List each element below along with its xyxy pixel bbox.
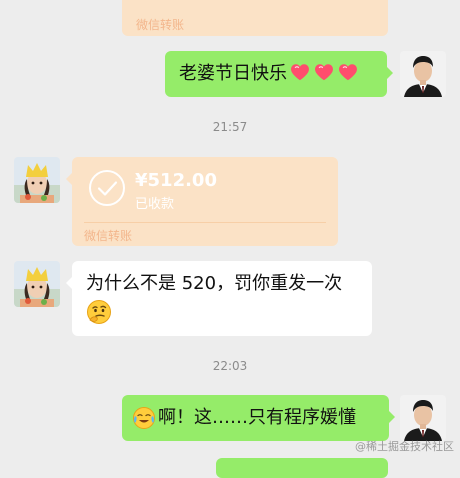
sent-message-bubble[interactable]: 啊！这……只有程序媛懂 <box>122 395 395 441</box>
avatar-partner[interactable] <box>14 261 60 307</box>
bubble-tail <box>387 67 393 79</box>
message-text: 为什么不是 520，罚你重发一次 <box>86 273 343 294</box>
heart-icon <box>339 64 357 81</box>
message-text: 老婆节日快乐 <box>179 61 359 87</box>
sent-message-bubble[interactable]: 老婆节日快乐 <box>165 51 393 97</box>
crying-laughing-icon <box>133 407 155 429</box>
transfer-label-top: 微信转账 <box>136 18 185 32</box>
bubble-tail <box>66 173 72 185</box>
heart-icon <box>291 64 309 81</box>
heart-icon <box>315 64 333 81</box>
bubble-tail <box>66 277 72 289</box>
sent-message-bubble-partial[interactable] <box>216 458 388 478</box>
check-circle-icon <box>89 170 125 206</box>
transfer-label: 微信转账 <box>84 229 133 243</box>
transfer-bubble[interactable]: ¥512.00 已收款 微信转账 <box>66 157 338 246</box>
timestamp: 22:03 <box>212 359 248 373</box>
message-text: 啊！这……只有程序媛懂 <box>158 407 356 428</box>
divider <box>84 222 326 223</box>
watermark: @稀土掘金技术社区 <box>355 440 454 453</box>
transfer-amount: ¥512.00 <box>135 170 217 191</box>
timestamp: 21:57 <box>212 120 248 134</box>
avatar-self[interactable] <box>400 395 446 441</box>
avatar-man-icon <box>400 395 446 441</box>
avatar-child-icon <box>14 261 60 307</box>
avatar-self[interactable] <box>400 51 446 97</box>
thinking-face-icon <box>87 300 111 324</box>
message-text-content: 老婆节日快乐 <box>179 63 287 84</box>
avatar-child-icon <box>14 157 60 203</box>
avatar-man-icon <box>400 51 446 97</box>
received-message-bubble[interactable]: 为什么不是 520，罚你重发一次 <box>66 261 372 336</box>
transfer-status: 已收款 <box>135 197 175 212</box>
bubble-tail <box>389 411 395 423</box>
avatar-partner[interactable] <box>14 157 60 203</box>
